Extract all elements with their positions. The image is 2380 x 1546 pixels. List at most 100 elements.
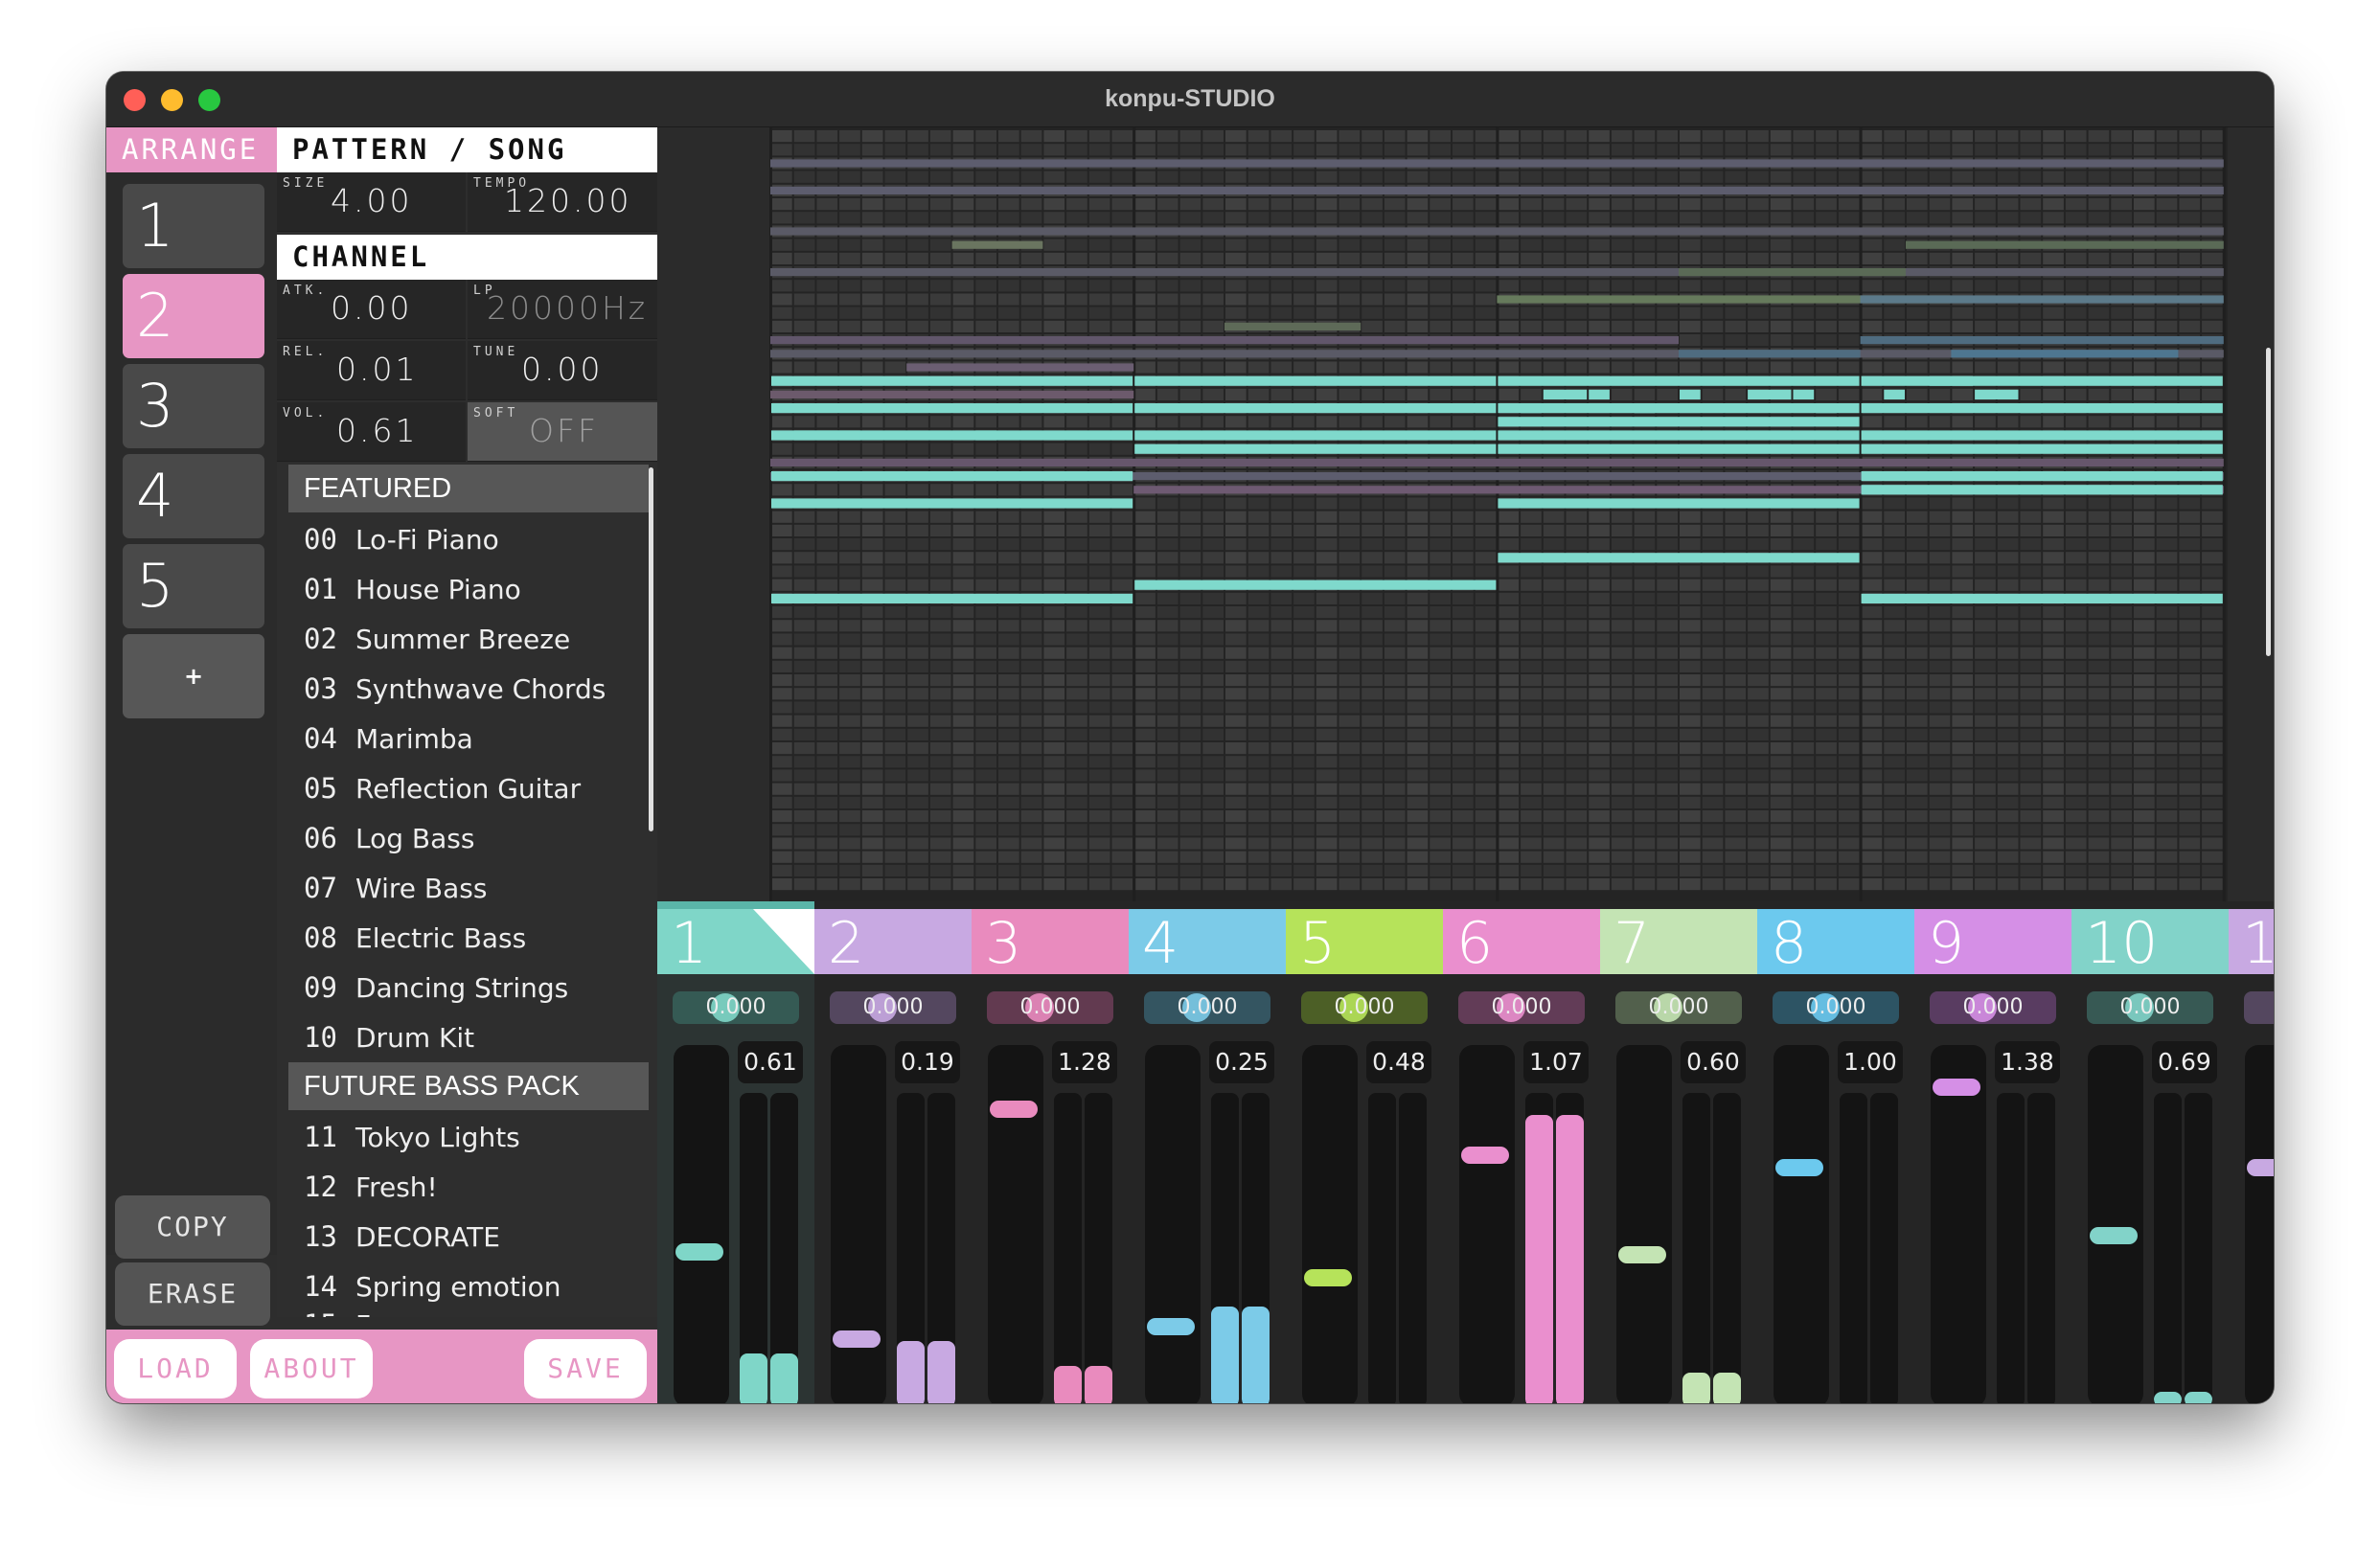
grid-cell[interactable] bbox=[2020, 728, 2042, 740]
grid-cell[interactable] bbox=[1611, 198, 1633, 211]
channel-tab-5[interactable]: 5 bbox=[1286, 909, 1443, 974]
grid-cell[interactable] bbox=[1861, 633, 1883, 646]
grid-cell[interactable] bbox=[1134, 824, 1156, 836]
grid-cell[interactable] bbox=[1179, 130, 1201, 143]
grid-cell[interactable] bbox=[816, 701, 838, 714]
grid-cell[interactable] bbox=[2043, 565, 2064, 578]
grid-cell[interactable] bbox=[1430, 252, 1451, 264]
grid-cell[interactable] bbox=[1657, 239, 1678, 251]
grid-cell[interactable] bbox=[1111, 742, 1133, 755]
grid-cell[interactable] bbox=[1975, 701, 1996, 714]
grid-cell[interactable] bbox=[1202, 796, 1224, 808]
grid-cell[interactable] bbox=[1611, 824, 1633, 836]
grid-cell[interactable] bbox=[1453, 524, 1474, 536]
grid-cell[interactable] bbox=[1179, 688, 1201, 700]
grid-cell[interactable] bbox=[1475, 660, 1497, 672]
grid-cell[interactable] bbox=[839, 511, 860, 523]
grid-cell[interactable] bbox=[998, 796, 1019, 808]
grid-cell[interactable] bbox=[1997, 647, 2019, 659]
grid-cell[interactable] bbox=[1634, 280, 1656, 292]
grid-cell[interactable] bbox=[1589, 742, 1610, 755]
grid-cell[interactable] bbox=[1066, 756, 1087, 768]
grid-cell[interactable] bbox=[1907, 144, 1928, 156]
grid-cell[interactable] bbox=[1407, 796, 1429, 808]
grid-cell[interactable] bbox=[1453, 497, 1474, 510]
grid-cell[interactable] bbox=[1725, 538, 1747, 551]
grid-cell[interactable] bbox=[1907, 647, 1928, 659]
grid-cell[interactable] bbox=[1247, 538, 1270, 551]
grid-cell[interactable] bbox=[1929, 511, 1951, 523]
grid-cell[interactable] bbox=[1861, 307, 1883, 319]
grid-cell[interactable] bbox=[2202, 715, 2223, 727]
grid-cell[interactable] bbox=[1202, 239, 1224, 251]
grid-cell[interactable] bbox=[1566, 864, 1588, 876]
grid-cell[interactable] bbox=[2202, 252, 2223, 264]
grid-cell[interactable] bbox=[816, 524, 838, 536]
grid-cell[interactable] bbox=[1975, 416, 1996, 428]
grid-cell[interactable] bbox=[1179, 715, 1201, 727]
grid-cell[interactable] bbox=[1225, 565, 1247, 578]
grid-cell[interactable] bbox=[1838, 320, 1860, 332]
grid-cell[interactable] bbox=[929, 579, 951, 591]
grid-cell[interactable] bbox=[1111, 416, 1133, 428]
grid-cell[interactable] bbox=[2134, 388, 2155, 400]
grid-cell[interactable] bbox=[1066, 443, 1087, 455]
grid-cell[interactable] bbox=[1247, 701, 1270, 714]
grid-cell[interactable] bbox=[1293, 864, 1315, 876]
grid-cell[interactable] bbox=[1384, 361, 1406, 374]
grid-cell[interactable] bbox=[2134, 810, 2155, 823]
grid-cell[interactable] bbox=[2179, 769, 2201, 782]
arrange-slot-4[interactable]: 4 bbox=[123, 454, 264, 538]
grid-cell[interactable] bbox=[2043, 388, 2064, 400]
grid-cell[interactable] bbox=[2134, 252, 2155, 264]
grid-cell[interactable] bbox=[1589, 606, 1610, 619]
grid-cell[interactable] bbox=[1770, 130, 1792, 143]
grid-cell[interactable] bbox=[2134, 280, 2155, 292]
grid-cell[interactable] bbox=[1816, 524, 1837, 536]
grid-cell[interactable] bbox=[1339, 660, 1361, 672]
grid-cell[interactable] bbox=[1020, 728, 1042, 740]
grid-cell[interactable] bbox=[1247, 824, 1270, 836]
grid-cell[interactable] bbox=[2156, 552, 2178, 564]
grid-cell[interactable] bbox=[1929, 783, 1951, 795]
grid-cell[interactable] bbox=[1225, 647, 1247, 659]
grid-cell[interactable] bbox=[1884, 511, 1905, 523]
grid-cell[interactable] bbox=[929, 810, 951, 823]
grid-cell[interactable] bbox=[1316, 824, 1338, 836]
grid-cell[interactable] bbox=[1884, 688, 1905, 700]
grid-cell[interactable] bbox=[952, 647, 974, 659]
grid-cell[interactable] bbox=[1929, 701, 1951, 714]
grid-cell[interactable] bbox=[1589, 647, 1610, 659]
grid-cell[interactable] bbox=[1134, 878, 1156, 891]
preset-item[interactable]: 04 Marimba bbox=[304, 714, 473, 763]
grid-cell[interactable] bbox=[1521, 647, 1542, 659]
grid-cell[interactable] bbox=[1179, 293, 1201, 306]
grid-cell[interactable] bbox=[1020, 633, 1042, 646]
grid-cell[interactable] bbox=[1907, 198, 1928, 211]
grid-cell[interactable] bbox=[1134, 524, 1156, 536]
grid-cell[interactable] bbox=[1247, 728, 1270, 740]
grid-cell[interactable] bbox=[1816, 606, 1837, 619]
grid-cell[interactable] bbox=[1975, 511, 1996, 523]
grid-cell[interactable] bbox=[771, 810, 792, 823]
grid-cell[interactable] bbox=[1611, 728, 1633, 740]
grid-cell[interactable] bbox=[1952, 728, 1974, 740]
grid-cell[interactable] bbox=[1566, 769, 1588, 782]
grid-cell[interactable] bbox=[1088, 198, 1110, 211]
grid-cell[interactable] bbox=[2134, 416, 2155, 428]
grid-cell[interactable] bbox=[2202, 864, 2223, 876]
grid-cell[interactable] bbox=[1225, 198, 1247, 211]
grid-cell[interactable] bbox=[1430, 239, 1451, 251]
grid-cell[interactable] bbox=[1202, 701, 1224, 714]
grid-cell[interactable] bbox=[1453, 320, 1474, 332]
grid-cell[interactable] bbox=[1975, 647, 1996, 659]
grid-cell[interactable] bbox=[1793, 307, 1815, 319]
grid-cell[interactable] bbox=[998, 769, 1019, 782]
grid-cell[interactable] bbox=[861, 307, 883, 319]
grid-cell[interactable] bbox=[1748, 511, 1769, 523]
grid-cell[interactable] bbox=[1816, 688, 1837, 700]
grid-cell[interactable] bbox=[2202, 796, 2223, 808]
grid-cell[interactable] bbox=[1339, 239, 1361, 251]
grid-cell[interactable] bbox=[1156, 320, 1179, 332]
grid-cell[interactable] bbox=[1088, 307, 1110, 319]
